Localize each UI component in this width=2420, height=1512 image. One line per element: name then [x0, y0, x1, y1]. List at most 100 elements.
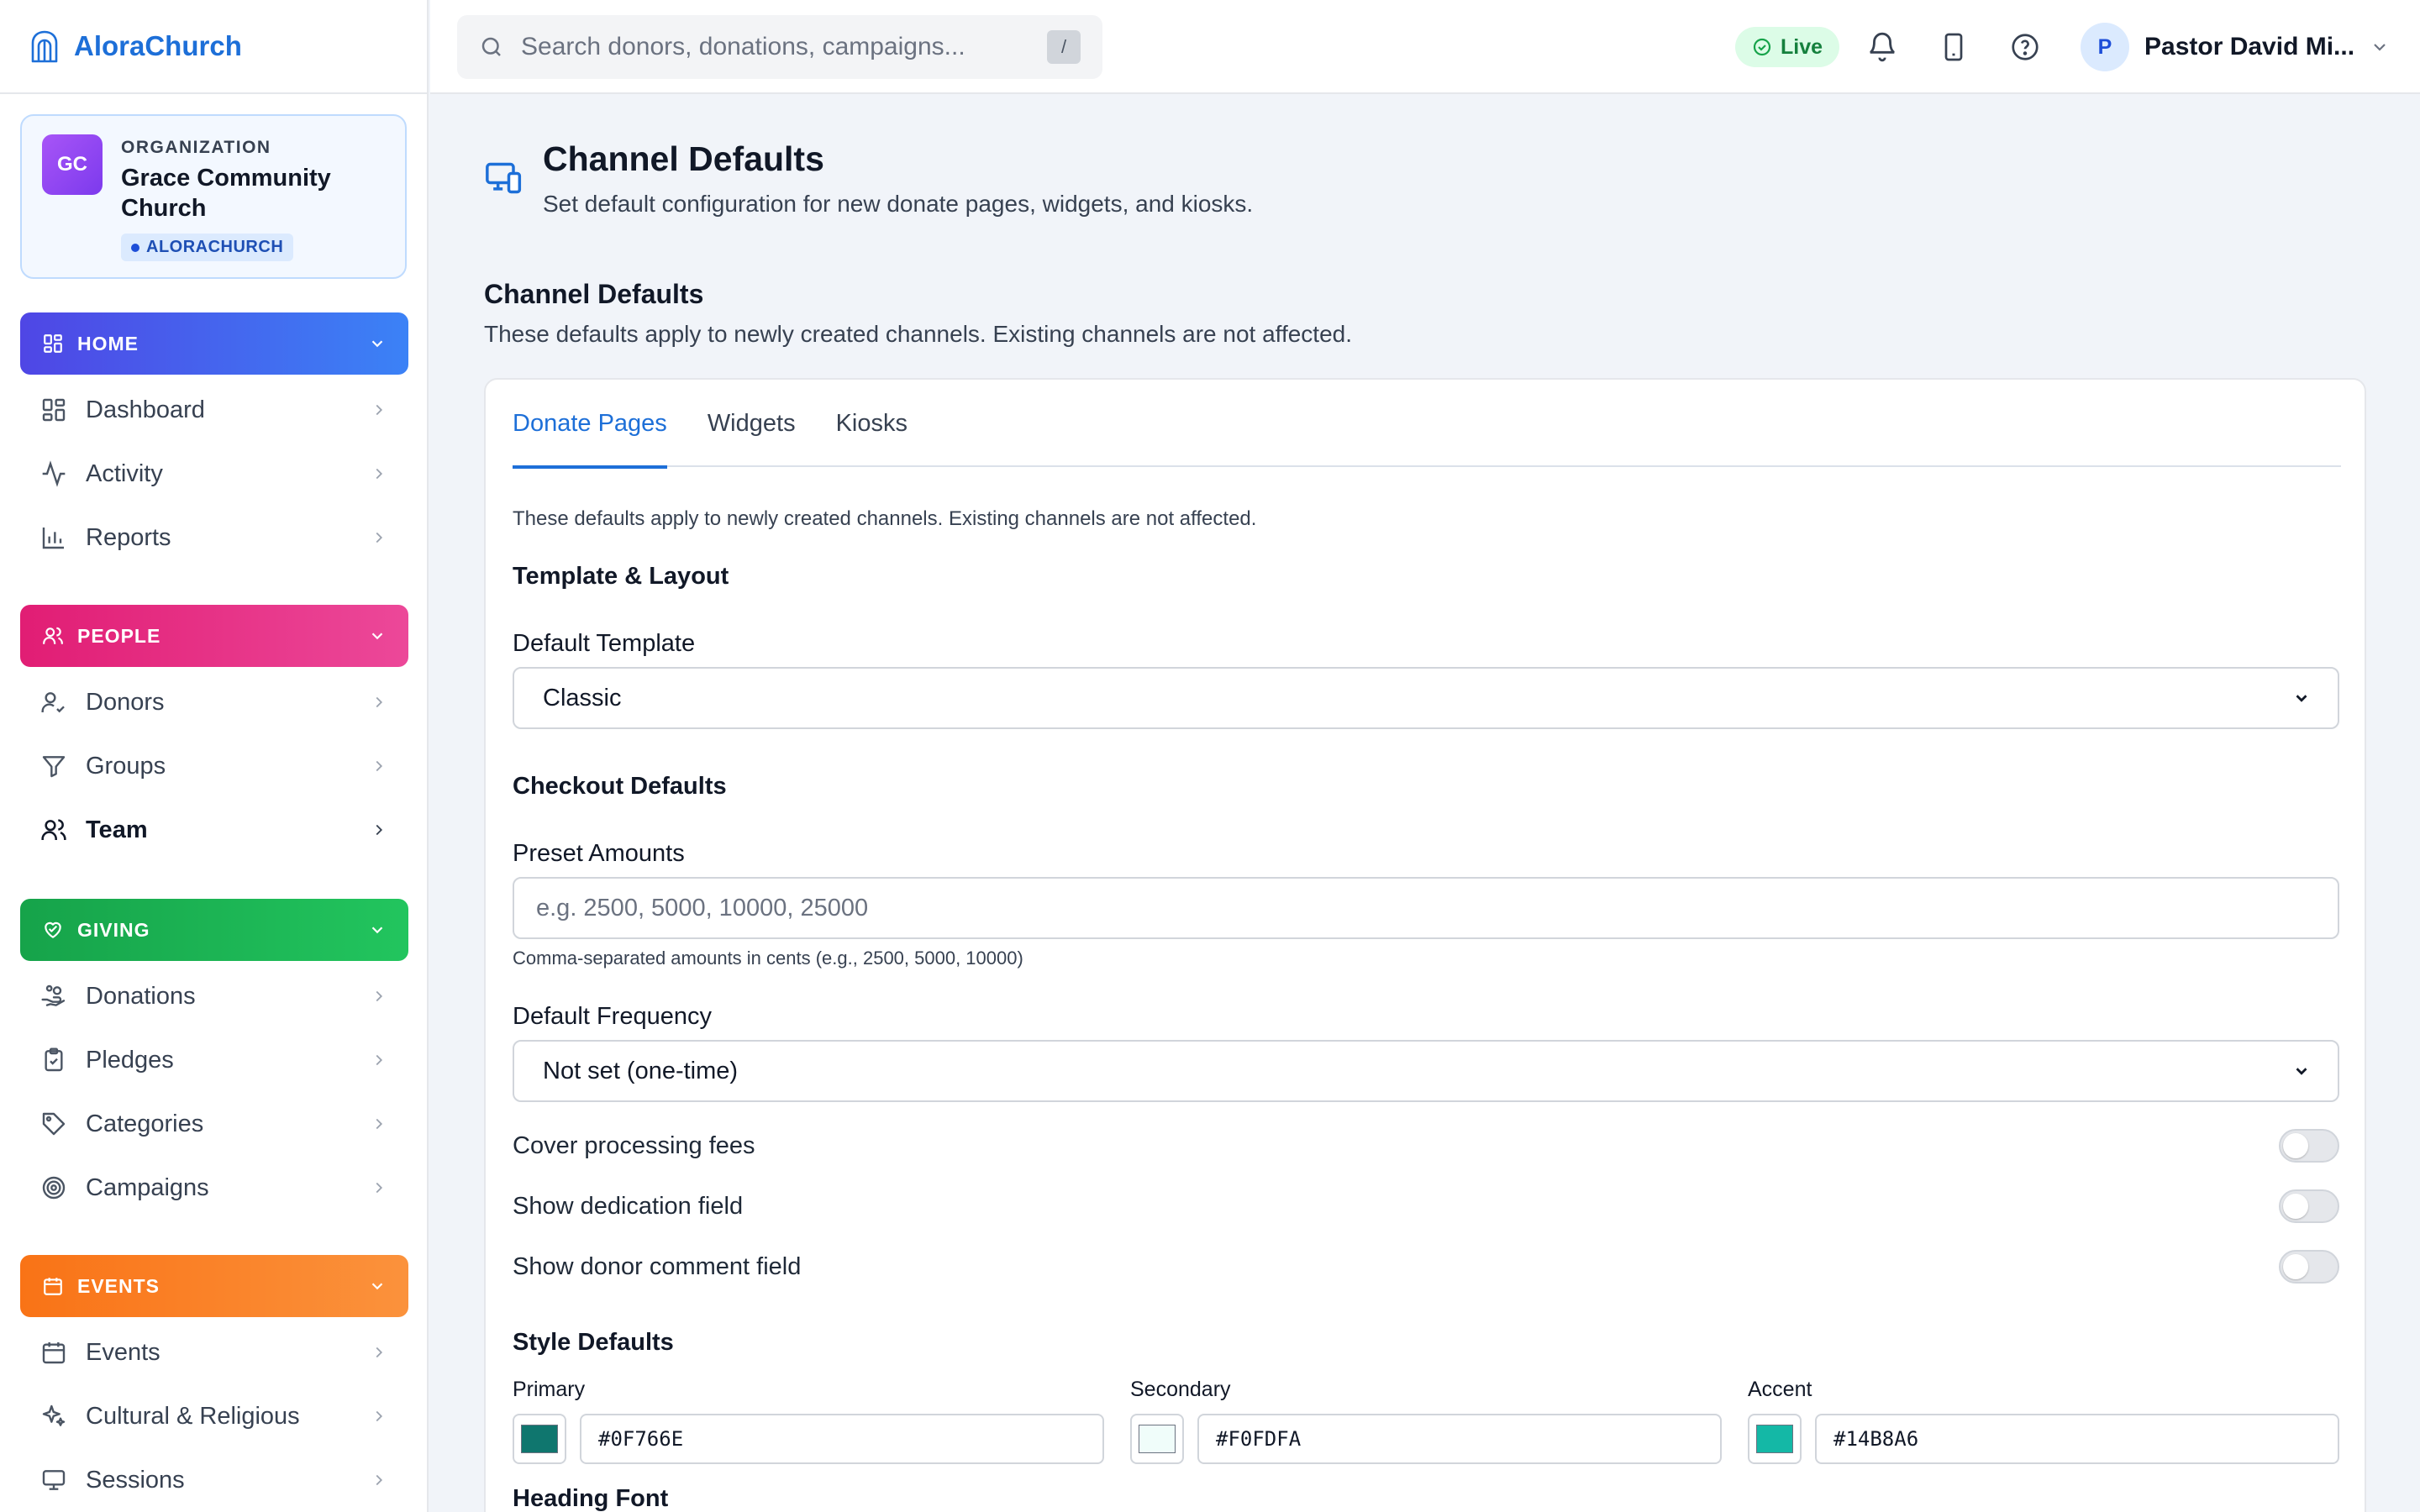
nav-header-label: HOME	[77, 332, 139, 354]
secondary-color-input[interactable]	[1197, 1414, 1722, 1464]
preset-amounts-label: Preset Amounts	[513, 840, 685, 867]
sidebar-item-pledges[interactable]: Pledges	[20, 1028, 408, 1092]
toggle-knob	[2283, 1194, 2308, 1219]
brand-name: AloraChurch	[74, 30, 242, 61]
organization-card[interactable]: GC ORGANIZATION Grace Community Church A…	[20, 114, 407, 279]
default-frequency-value: Not set (one-time)	[543, 1057, 739, 1084]
default-frequency-select[interactable]: Not set (one-time)	[513, 1040, 2339, 1102]
avatar: P	[2081, 23, 2129, 71]
search-bar[interactable]: /	[457, 15, 1102, 79]
secondary-color-group: Secondary	[1130, 1378, 1722, 1464]
heart-handshake-icon	[42, 919, 64, 941]
nav-header-events[interactable]: EVENTS	[20, 1255, 408, 1317]
cover-fees-toggle[interactable]	[2279, 1129, 2339, 1163]
sidebar-item-donors[interactable]: Donors	[20, 670, 408, 734]
primary-color-label: Primary	[513, 1378, 586, 1401]
chevron-right-icon	[370, 821, 388, 839]
sidebar-item-activity[interactable]: Activity	[20, 442, 408, 506]
user-menu[interactable]: P Pastor David Mi...	[2081, 22, 2390, 72]
dedication-field-row: Show dedication field	[513, 1189, 2339, 1223]
chevron-right-icon	[370, 528, 388, 547]
primary-color-picker[interactable]	[513, 1414, 566, 1464]
church-logo-icon	[30, 29, 59, 63]
nav-section-events: EVENTS Events Cultural & Religious Sessi…	[20, 1255, 408, 1512]
calendar-icon	[42, 1275, 64, 1297]
chevron-right-icon	[370, 401, 388, 419]
secondary-color-picker[interactable]	[1130, 1414, 1184, 1464]
dedication-field-toggle[interactable]	[2279, 1189, 2339, 1223]
help-button[interactable]	[2007, 29, 2044, 66]
sidebar-item-events[interactable]: Events	[20, 1320, 408, 1384]
brand[interactable]: AloraChurch	[0, 0, 427, 94]
org-name: Grace Community Church	[121, 165, 331, 222]
dashboard-icon	[40, 396, 67, 423]
sidebar: AloraChurch GC ORGANIZATION Grace Commun…	[0, 0, 429, 1512]
calendar-icon	[40, 1339, 67, 1366]
preset-amounts-help: Comma-separated amounts in cents (e.g., …	[513, 948, 1023, 969]
user-name: Pastor David Mi...	[2144, 33, 2355, 60]
accent-color-group: Accent	[1748, 1378, 2339, 1464]
sidebar-item-label: Activity	[86, 459, 163, 487]
page-title: Channel Defaults	[543, 139, 824, 178]
sidebar-item-label: Cultural & Religious	[86, 1402, 300, 1430]
sidebar-item-team[interactable]: Team	[20, 798, 408, 862]
tab-kiosks[interactable]: Kiosks	[836, 380, 908, 467]
chevron-down-icon	[368, 921, 387, 939]
help-circle-icon	[2010, 32, 2040, 62]
page-subtitle: Set default configuration for new donate…	[543, 191, 1254, 217]
sidebar-item-label: Pledges	[86, 1046, 174, 1074]
accent-color-swatch	[1756, 1425, 1793, 1453]
channel-tabs: Donate Pages Widgets Kiosks	[513, 380, 2341, 469]
sidebar-item-campaigns[interactable]: Campaigns	[20, 1156, 408, 1220]
tab-widgets[interactable]: Widgets	[708, 380, 796, 467]
sidebar-item-cultural-religious[interactable]: Cultural & Religious	[20, 1384, 408, 1448]
tab-donate-pages[interactable]: Donate Pages	[513, 380, 667, 469]
sidebar-item-label: Campaigns	[86, 1173, 209, 1201]
chevron-right-icon	[370, 1471, 388, 1489]
cover-fees-label: Cover processing fees	[513, 1131, 755, 1159]
nav-header-home[interactable]: HOME	[20, 312, 408, 375]
preset-amounts-input[interactable]	[513, 877, 2339, 939]
nav-header-people[interactable]: PEOPLE	[20, 605, 408, 667]
accent-color-picker[interactable]	[1748, 1414, 1802, 1464]
chevron-right-icon	[370, 465, 388, 483]
sidebar-item-label: Reports	[86, 523, 171, 551]
notifications-button[interactable]	[1864, 29, 1901, 66]
channel-defaults-card: Donate Pages Widgets Kiosks These defaul…	[484, 378, 2366, 1512]
search-icon	[479, 34, 504, 60]
sidebar-item-label: Events	[86, 1338, 160, 1366]
donor-comment-row: Show donor comment field	[513, 1250, 2339, 1284]
donor-comment-toggle[interactable]	[2279, 1250, 2339, 1284]
users-icon	[42, 625, 64, 647]
tab-note: These defaults apply to newly created ch…	[513, 507, 1257, 530]
sidebar-item-reports[interactable]: Reports	[20, 506, 408, 570]
mobile-preview-button[interactable]	[1935, 29, 1972, 66]
toggle-knob	[2283, 1254, 2308, 1279]
nav-header-giving[interactable]: GIVING	[20, 899, 408, 961]
chevron-down-icon	[368, 627, 387, 645]
primary-color-input[interactable]	[580, 1414, 1104, 1464]
default-template-select[interactable]: Classic	[513, 667, 2339, 729]
sparkles-icon	[40, 1403, 67, 1430]
nav-section-giving: GIVING Donations Pledges Categories Camp…	[20, 899, 408, 1220]
sidebar-item-dashboard[interactable]: Dashboard	[20, 378, 408, 442]
chevron-down-icon	[2370, 37, 2390, 57]
org-kicker: ORGANIZATION	[121, 138, 271, 157]
sidebar-item-groups[interactable]: Groups	[20, 734, 408, 798]
target-icon	[40, 1174, 67, 1201]
sidebar-item-label: Sessions	[86, 1466, 185, 1494]
user-check-icon	[40, 689, 67, 716]
sidebar-item-label: Groups	[86, 752, 166, 780]
search-input[interactable]	[521, 33, 1030, 61]
donor-comment-label: Show donor comment field	[513, 1252, 802, 1280]
chevron-right-icon	[370, 693, 388, 711]
accent-color-input[interactable]	[1815, 1414, 2339, 1464]
search-shortcut-key: /	[1047, 30, 1081, 64]
toggle-knob	[2283, 1133, 2308, 1158]
sidebar-item-donations[interactable]: Donations	[20, 964, 408, 1028]
sidebar-item-categories[interactable]: Categories	[20, 1092, 408, 1156]
filter-icon	[40, 753, 67, 780]
heading-font-label: Heading Font	[513, 1485, 669, 1512]
chevron-right-icon	[370, 757, 388, 775]
sidebar-item-sessions[interactable]: Sessions	[20, 1448, 408, 1512]
